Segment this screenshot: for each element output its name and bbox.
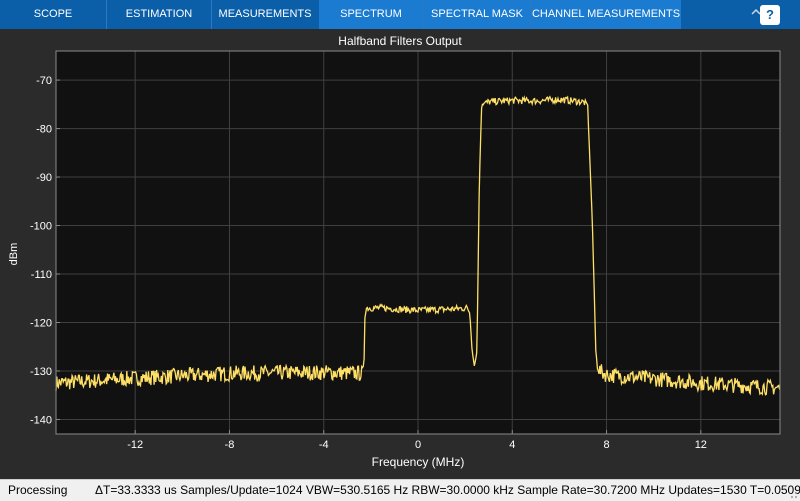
x-tick-label: 0 <box>415 439 421 451</box>
x-tick-label: -4 <box>319 439 329 451</box>
y-tick-label: -70 <box>36 75 52 87</box>
resize-grip-icon[interactable] <box>784 480 800 501</box>
x-tick-label: 12 <box>695 439 707 451</box>
x-tick-label: 8 <box>603 439 609 451</box>
y-tick-label: -130 <box>30 366 52 378</box>
x-tick-label: -12 <box>127 439 143 451</box>
spectrum-plot[interactable]: -12 -8 -4 0 4 8 12 -140 -130 -120 -110 -100 -90 -80 -7… <box>0 0 800 479</box>
y-tick-label: -120 <box>30 317 52 329</box>
x-tick-label: 4 <box>509 439 515 451</box>
y-tick-label: -110 <box>31 269 52 281</box>
x-axis-label: Frequency (MHz) <box>371 455 465 469</box>
y-axis-label: dBm <box>8 242 20 266</box>
y-tick-label: -80 <box>36 124 52 136</box>
status-bar: Processing ΔT=33.3333 us Samples/Update=… <box>0 479 800 501</box>
y-tick-label: -140 <box>30 414 52 426</box>
status-info: ΔT=33.3333 us Samples/Update=1024 VBW=53… <box>95 483 800 497</box>
x-tick-label: -8 <box>225 439 235 451</box>
status-state: Processing <box>8 483 68 497</box>
plot-title: Halfband Filters Output <box>338 34 462 48</box>
y-tick-label: -90 <box>36 172 52 184</box>
y-tick-label: -100 <box>30 221 52 233</box>
